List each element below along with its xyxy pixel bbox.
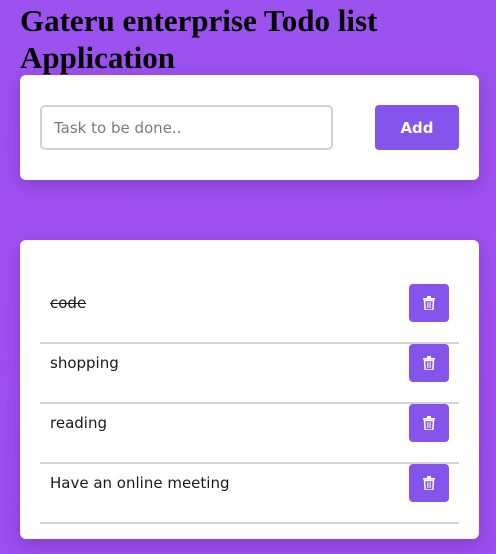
delete-button[interactable] [409, 404, 449, 442]
todo-list-card: code shopping reading Have an online mee… [20, 240, 479, 539]
todo-item: Have an online meeting [40, 464, 459, 524]
trash-icon [423, 296, 435, 310]
delete-button[interactable] [409, 344, 449, 382]
todo-text[interactable]: Have an online meeting [50, 473, 229, 493]
add-task-card: Add [20, 75, 479, 180]
todo-text[interactable]: code [50, 293, 86, 313]
delete-button[interactable] [409, 284, 449, 322]
todo-item: reading [40, 404, 459, 464]
todo-text[interactable]: shopping [50, 353, 119, 373]
todo-text[interactable]: reading [50, 413, 107, 433]
add-button[interactable]: Add [375, 105, 459, 150]
todo-item: code [40, 284, 459, 344]
trash-icon [423, 476, 435, 490]
trash-icon [423, 416, 435, 430]
trash-icon [423, 356, 435, 370]
task-input[interactable] [40, 105, 333, 150]
todo-item: shopping [40, 344, 459, 404]
delete-button[interactable] [409, 464, 449, 502]
page-title: Gateru enterprise Todo list Application [20, 3, 378, 75]
todo-list: code shopping reading Have an online mee… [40, 284, 459, 524]
